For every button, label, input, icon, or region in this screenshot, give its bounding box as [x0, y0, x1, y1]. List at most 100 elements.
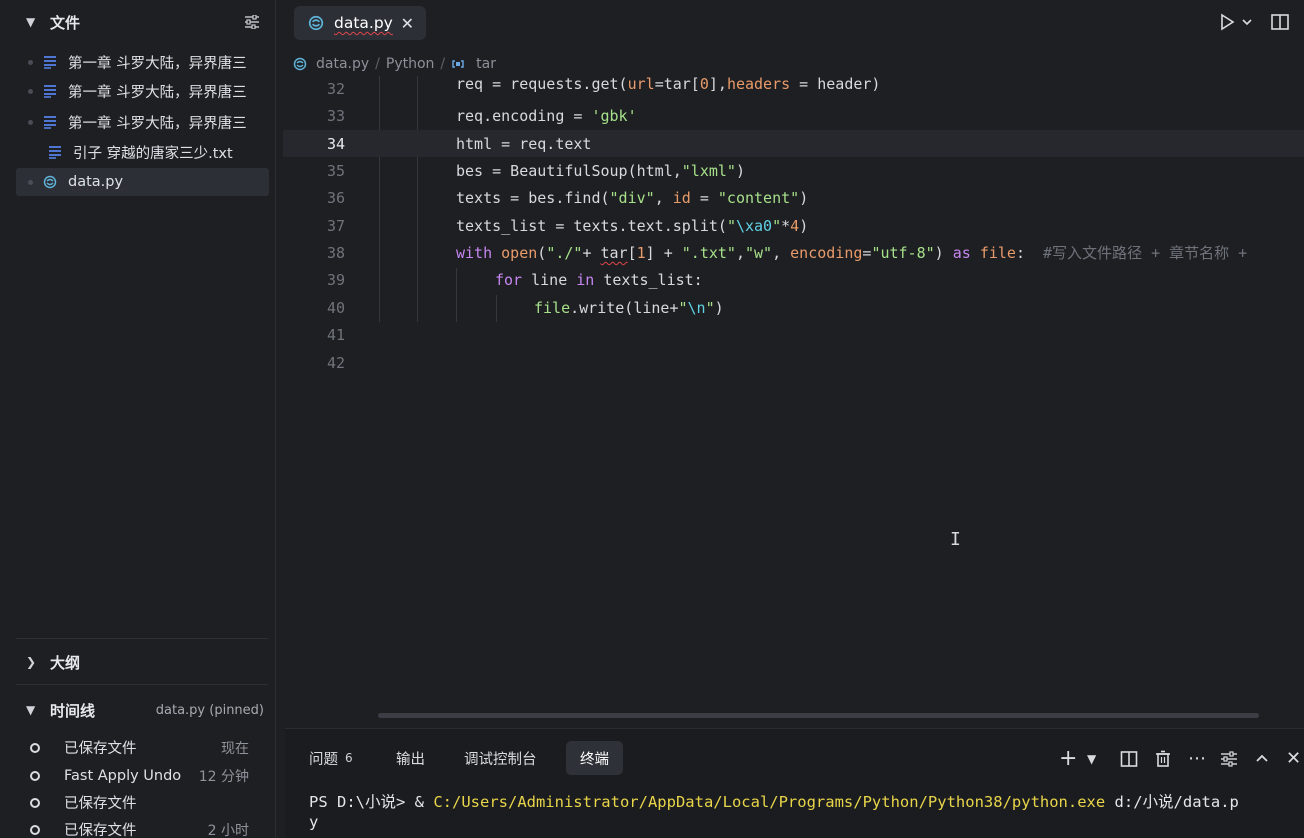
chevron-up-icon[interactable] [1254, 749, 1270, 769]
circle-icon [30, 797, 40, 808]
files-section-header[interactable]: ▼ 文件 [0, 2, 276, 42]
chevron-right-icon: ❯ [26, 655, 37, 669]
tab-problems[interactable]: 问题 6 [295, 741, 367, 775]
code-line[interactable]: 32 req = requests.get(url=tar[0],headers… [283, 76, 1304, 102]
terminal-exe-path: C:/Users/Administrator/AppData/Local/Pro… [433, 793, 1106, 811]
file-name: 第一章 斗罗大陆，异界唐三 [68, 55, 247, 72]
timeline-label: 已保存文件 [64, 796, 137, 812]
file-item-active[interactable]: data.py [16, 168, 269, 196]
file-item[interactable]: 引子 穿越的唐家三少.txt [16, 138, 269, 166]
file-name: 第一章 斗罗大陆，异界唐三 [68, 84, 247, 101]
code-line-current[interactable]: 34 html = req.text [283, 130, 1304, 158]
code-content: texts_list = texts.text.split("\xa0"*4) [456, 216, 809, 235]
close-icon[interactable]: ✕ [1286, 749, 1301, 769]
modified-dot [28, 88, 33, 94]
bottom-panel: 问题 6 输出 调试控制台 终端 + ▼ ⋯ ✕ PS D:\小说> & C:/… [285, 728, 1304, 838]
divider [16, 638, 268, 639]
filter-icon[interactable] [244, 15, 260, 29]
code-content: req.encoding = 'gbk' [456, 106, 637, 125]
text-cursor-icon: I [950, 529, 961, 550]
add-icon[interactable]: + [1059, 748, 1077, 770]
code-line[interactable]: 38 with open("./"+ tar[1] + ".txt","w", … [283, 239, 1304, 266]
tab-label: 输出 [396, 751, 425, 768]
circle-icon [30, 824, 40, 835]
breadcrumb-symbol[interactable]: tar [476, 56, 496, 72]
code-line[interactable]: 33 req.encoding = 'gbk' [283, 102, 1304, 129]
code-content: req = requests.get(url=tar[0],headers = … [456, 76, 881, 93]
file-item[interactable]: 第一章 斗罗大陆，异界唐三 [16, 77, 269, 105]
terminal-args: d:/小说/data.p [1105, 793, 1239, 811]
file-item[interactable]: 第一章 斗罗大陆，异界唐三 [16, 48, 269, 76]
tab-label: 调试控制台 [464, 751, 537, 768]
timeline-pinned-label: data.py (pinned) [155, 702, 264, 718]
terminal-prompt: PS D:\小说> & [309, 793, 434, 811]
code-content: bes = BeautifulSoup(html,"lxml") [456, 161, 745, 180]
timeline-section-header[interactable]: ▼ 时间线 data.py (pinned) [0, 690, 276, 730]
breadcrumb-separator: / [440, 56, 446, 72]
run-icon[interactable] [1217, 12, 1237, 32]
tab-label: 终端 [580, 751, 609, 768]
close-icon[interactable]: ✕ [401, 14, 414, 33]
breadcrumb: data.py / Python / tar [293, 52, 496, 76]
timeline-label: 已保存文件 [64, 741, 137, 757]
text-file-icon [49, 146, 61, 159]
line-number: 33 [326, 106, 345, 125]
code-editor[interactable]: 32 req = requests.get(url=tar[0],headers… [283, 76, 1304, 716]
chevron-down-icon[interactable]: ▼ [1087, 749, 1096, 769]
code-line[interactable]: 36 texts = bes.find("div", id = "content… [283, 184, 1304, 211]
breadcrumb-file[interactable]: data.py [316, 56, 369, 72]
file-item[interactable]: 第一章 斗罗大陆，异界唐三 [16, 108, 269, 136]
more-icon[interactable]: ⋯ [1188, 749, 1206, 769]
file-name: data.py [68, 174, 124, 190]
file-name: 第一章 斗罗大陆，异界唐三 [68, 115, 247, 132]
code-content: file.write(line+"\n") [534, 298, 724, 317]
tab-terminal[interactable]: 终端 [566, 741, 623, 775]
python-file-icon [293, 57, 307, 71]
python-file-icon [308, 15, 324, 31]
tab-label: 问题 [309, 751, 338, 768]
terminal-line[interactable]: y [309, 813, 318, 831]
split-editor-icon[interactable] [1270, 12, 1290, 32]
code-line[interactable]: 42 [283, 349, 1304, 376]
tab-debug-console[interactable]: 调试控制台 [450, 741, 551, 775]
files-title: 文件 [50, 13, 81, 32]
code-line[interactable]: 39 for line in texts_list: [283, 266, 1304, 293]
timeline-item[interactable]: 已保存文件 2 小时 [30, 816, 255, 838]
timeline-time: 2 小时 [207, 822, 249, 838]
modified-dot [28, 119, 33, 125]
trash-icon[interactable] [1154, 749, 1172, 769]
text-file-icon [44, 56, 56, 69]
outline-section-header[interactable]: ❯ 大纲 [0, 642, 276, 682]
timeline-label: 已保存文件 [64, 823, 137, 838]
timeline-time: 现在 [221, 740, 249, 757]
timeline-item[interactable]: 已保存文件 现在 [30, 734, 255, 761]
timeline-item[interactable]: 已保存文件 [30, 789, 255, 816]
code-content: html = req.text [456, 134, 592, 153]
code-line[interactable]: 41 [283, 321, 1304, 348]
split-terminal-icon[interactable] [1120, 749, 1138, 769]
code-line[interactable]: 35 bes = BeautifulSoup(html,"lxml") [283, 157, 1304, 184]
timeline-title: 时间线 [50, 701, 96, 720]
settings-icon[interactable] [1220, 749, 1238, 769]
code-content: for line in texts_list: [495, 270, 703, 289]
horizontal-scrollbar[interactable] [378, 713, 1259, 718]
terminal-wrap: y [309, 813, 319, 831]
divider [16, 684, 268, 685]
line-number: 32 [326, 79, 345, 98]
terminal-line[interactable]: PS D:\小说> & C:/Users/Administrator/AppDa… [309, 790, 1239, 812]
line-number: 35 [326, 161, 345, 180]
code-line[interactable]: 40 file.write(line+"\n") [283, 294, 1304, 321]
tab-data-py[interactable]: data.py ✕ [294, 6, 426, 40]
timeline-item[interactable]: Fast Apply Undo 12 分钟 [30, 762, 255, 789]
code-line[interactable]: 37 texts_list = texts.text.split("\xa0"*… [283, 212, 1304, 239]
chevron-down-icon[interactable] [1241, 12, 1253, 32]
sidebar: ▼ 文件 第一章 斗罗大陆，异界唐三 第一章 斗罗大陆，异界唐三 第一章 斗罗大… [0, 0, 276, 838]
text-file-icon [44, 85, 56, 98]
tab-output[interactable]: 输出 [382, 741, 439, 775]
outline-title: 大纲 [50, 653, 81, 672]
file-name: 引子 穿越的唐家三少.txt [73, 145, 233, 162]
variable-icon [452, 60, 464, 68]
breadcrumb-language[interactable]: Python [386, 56, 435, 72]
code-content: with open("./"+ tar[1] + ".txt","w", enc… [456, 244, 1248, 263]
text-file-icon [44, 116, 56, 129]
